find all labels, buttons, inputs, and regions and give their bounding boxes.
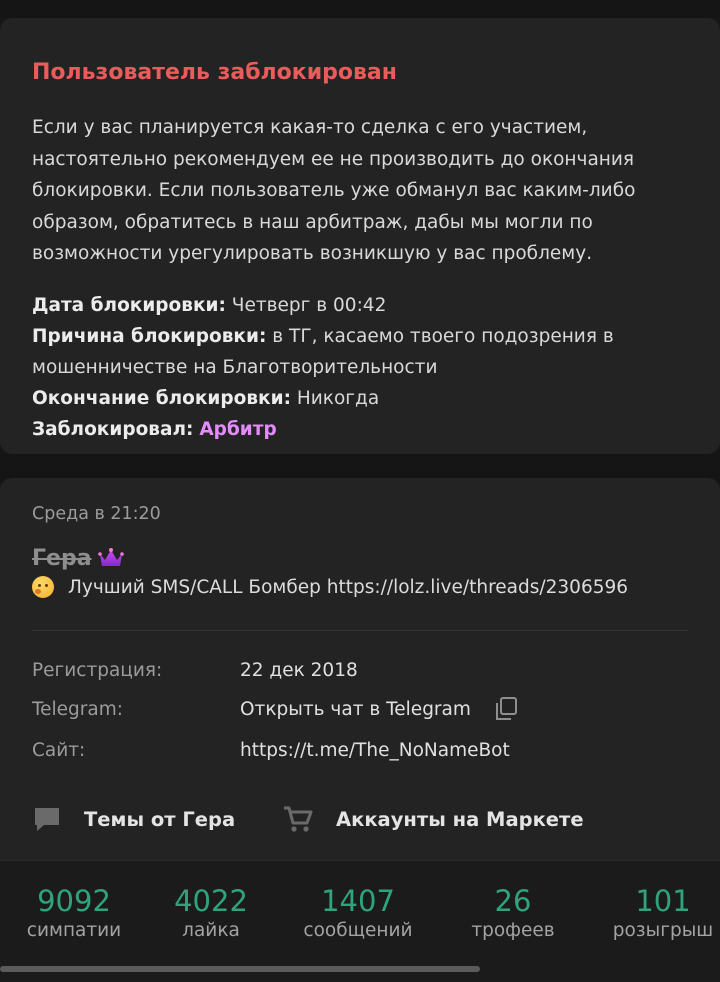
stat-trophies[interactable]: 26 трофеев [466, 884, 560, 944]
site-link[interactable]: https://t.me/The_NoNameBot [240, 740, 510, 761]
stat-label: трофеев [471, 920, 555, 941]
ban-reason-label: Причина блокировки [32, 326, 259, 347]
ban-date-label: Дата блокировки [32, 295, 219, 316]
crown-icon [97, 548, 124, 566]
copy-icon[interactable] [492, 695, 520, 723]
last-seen: Среда в 21:20 [32, 504, 161, 524]
ban-end-value: Никогда [296, 388, 380, 409]
name-row: Гера [32, 542, 124, 574]
cart-icon [284, 806, 313, 832]
registration-value: 22 дек 2018 [240, 660, 358, 681]
ban-by-row: Заблокировал: Арбитр [32, 419, 277, 440]
ban-info: Дата блокировки: Четверг в 00:42 Причина… [32, 290, 692, 445]
user-status: Лучший SMS/CALL Бомбер https://lolz.live… [32, 576, 628, 598]
ban-by-link[interactable]: Арбитр [199, 419, 276, 440]
telegram-link[interactable]: Открыть чат в Telegram [240, 699, 471, 720]
stat-label: симпатии [26, 920, 122, 941]
ban-end-label: Окончание блокировки [32, 388, 284, 409]
site-label: Сайт: [32, 740, 86, 761]
ban-date-row: Дата блокировки: Четверг в 00:42 [32, 295, 387, 316]
username[interactable]: Гера [32, 546, 92, 571]
threads-link[interactable]: Темы от Гера [32, 804, 235, 834]
telegram-label: Telegram: [32, 699, 124, 720]
market-link-label: Аккаунты на Маркете [336, 807, 584, 831]
ban-card: Пользователь заблокирован Если у вас пла… [0, 18, 720, 454]
ban-by-label: Заблокировал [32, 419, 187, 440]
stat-value: 9092 [37, 884, 111, 918]
market-link[interactable]: Аккаунты на Маркете [282, 804, 584, 834]
registration-label: Регистрация: [32, 660, 163, 681]
stat-value: 1407 [321, 884, 395, 918]
threads-link-label: Темы от Гера [84, 807, 236, 831]
profile-card: Среда в 21:20 Гера Лучший SMS/CALL Бомбе… [0, 478, 720, 982]
emoji-icon [32, 576, 54, 598]
status-text[interactable]: Лучший SMS/CALL Бомбер https://lolz.live… [68, 577, 628, 598]
stat-messages[interactable]: 1407 сообщений [296, 884, 420, 944]
horizontal-scrollbar[interactable] [0, 966, 480, 972]
stat-value: 4022 [174, 884, 248, 918]
stat-value: 101 [635, 884, 691, 918]
ban-reason-row: Причина блокировки: в ТГ, касаемо твоего… [32, 326, 614, 378]
stat-label: розыгрыш [612, 920, 714, 941]
stat-label: сообщений [303, 920, 413, 941]
stat-likes[interactable]: 4022 лайка [170, 884, 252, 944]
stat-sympathies[interactable]: 9092 симпатии [24, 884, 124, 944]
ban-date-value: Четверг в 00:42 [231, 295, 387, 316]
chat-bubble-icon [35, 808, 59, 831]
stat-label: лайка [182, 920, 240, 941]
stat-value: 26 [494, 884, 532, 918]
stat-giveaways[interactable]: 101 розыгрыш [606, 884, 720, 944]
ban-title: Пользователь заблокирован [32, 60, 397, 85]
divider [32, 630, 688, 631]
ban-end-row: Окончание блокировки: Никогда [32, 388, 380, 409]
ban-description: Если у вас планируется какая-то сделка с… [32, 117, 636, 264]
